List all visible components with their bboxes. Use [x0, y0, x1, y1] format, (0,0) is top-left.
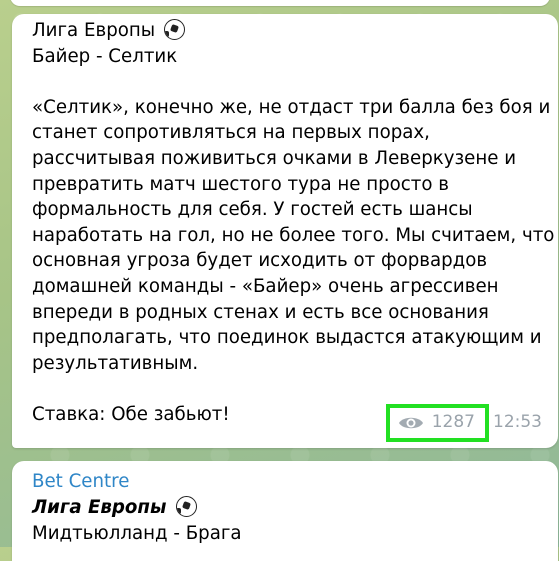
message-title: Лига Европы [32, 497, 167, 518]
sender-name[interactable]: Bet Centre [32, 469, 544, 495]
views-highlight: 1287 [385, 404, 489, 442]
body-line: основная угроза будет исходить от форвар… [32, 250, 488, 272]
soccer-ball-icon [163, 19, 185, 40]
message-title-line: Лига Европы [32, 18, 544, 44]
body-line: результативным. [32, 352, 199, 374]
body-line: станет сопротивляться на первых порах, [32, 122, 430, 144]
message-bubble[interactable]: Лига Европы Байер - Селтик «Селтик», кон… [12, 14, 558, 448]
body-line: формальность для себя. У гостей есть шан… [32, 199, 473, 221]
eye-icon [398, 417, 423, 429]
message-title-line: Лига Европы [32, 495, 544, 521]
body-line: предполагать, что поединок выдастся атак… [32, 327, 542, 349]
body-line: превратить матч шестого тура не просто в [32, 173, 450, 195]
body-line: впереди в родных стенах и есть все основ… [32, 301, 489, 323]
match-name: Байер - Селтик [32, 45, 178, 67]
body-line: домашней команды - «Байер» очень агресси… [32, 275, 499, 297]
match-name: Мидтьюлланд - Брага [32, 523, 242, 544]
body-line: наработать на гол, но не более того. Мы … [32, 224, 555, 246]
soccer-ball-icon [175, 496, 197, 517]
message-title: Лига Европы [32, 20, 156, 41]
message-bubble-2[interactable]: Bet Centre Лига Европы Мидтьюлланд - Бра… [12, 461, 558, 561]
views-count: 1287 [431, 412, 475, 433]
body-line: рассчитывая поживиться очками в Леверкуз… [32, 147, 517, 169]
message-meta: 1287 12:53 [385, 404, 542, 442]
previous-message-edge [10, 0, 550, 6]
body-line: «Селтик», конечно же, не отдаст три балл… [32, 96, 551, 118]
message-time: 12:53 [493, 412, 542, 433]
message-body: «Селтик», конечно же, не отдаст три балл… [32, 95, 555, 377]
